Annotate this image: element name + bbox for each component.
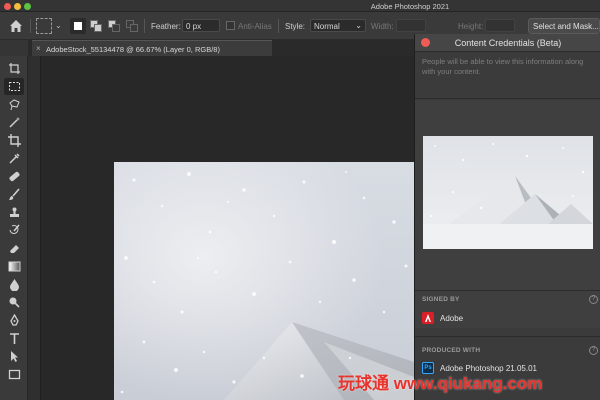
- content-credentials-panel: Content Credentials (Beta) People will b…: [414, 34, 600, 400]
- watermark-text: 玩球通 www.qiukang.com: [338, 374, 543, 393]
- adobe-logo-icon: [422, 312, 434, 324]
- chevron-down-icon: ⌄: [355, 21, 362, 30]
- app-title: Adobe Photoshop 2021: [370, 2, 450, 11]
- subtract-from-selection-button[interactable]: [106, 18, 122, 34]
- eraser-icon: [9, 245, 19, 253]
- close-tab-icon[interactable]: ×: [36, 44, 41, 53]
- toolbar-header: [0, 40, 28, 56]
- gradient-icon: [8, 261, 20, 272]
- rectangular-marquee-tool[interactable]: [4, 78, 24, 95]
- anti-alias-label: Anti-Alias: [238, 22, 272, 31]
- eyedropper-icon: [8, 153, 20, 164]
- style-select[interactable]: Normal ⌄: [310, 19, 366, 32]
- feather-input[interactable]: 0 px: [182, 19, 220, 32]
- gradient-tool[interactable]: [4, 258, 24, 275]
- brush-icon: [8, 188, 20, 200]
- spot-healing-tool[interactable]: [4, 168, 24, 185]
- signed-by-value: Adobe: [440, 314, 464, 323]
- pen-icon: [9, 314, 19, 326]
- history-brush-icon: [9, 224, 20, 234]
- height-label: Height:: [458, 22, 484, 31]
- dodge-icon: [9, 297, 20, 308]
- separator: [144, 19, 145, 33]
- separator: [278, 19, 279, 33]
- select-and-mask-button[interactable]: Select and Mask...: [528, 18, 600, 34]
- width-input[interactable]: [396, 19, 426, 32]
- path-selection-tool[interactable]: [4, 348, 24, 365]
- type-icon: [9, 333, 19, 344]
- feather-label: Feather:: [151, 22, 181, 31]
- produced-with-label: PRODUCED WITH: [422, 347, 481, 354]
- separator: [30, 19, 31, 33]
- bandage-icon: [8, 171, 20, 182]
- marquee-preset-icon[interactable]: [36, 18, 52, 34]
- vertical-ruler: [28, 56, 41, 400]
- canvas-image[interactable]: [114, 162, 414, 400]
- style-value: Normal: [314, 22, 340, 31]
- pen-tool[interactable]: [4, 312, 24, 329]
- crop-tool[interactable]: [4, 132, 24, 149]
- magic-wand-tool[interactable]: [4, 114, 24, 131]
- home-icon[interactable]: [8, 18, 24, 34]
- eyedropper-tool[interactable]: [4, 150, 24, 167]
- help-icon[interactable]: ?: [589, 346, 598, 355]
- history-brush-tool[interactable]: [4, 222, 24, 239]
- artboard-icon: [8, 63, 20, 74]
- type-tool[interactable]: [4, 330, 24, 347]
- document-tab[interactable]: × AdobeStock_55134478 @ 66.67% (Layer 0,…: [32, 40, 272, 56]
- drop-icon: [9, 279, 19, 291]
- signed-by-label: SIGNED BY: [422, 296, 460, 303]
- lasso-tool[interactable]: [4, 96, 24, 113]
- rectangle-icon: [8, 369, 20, 380]
- arrow-cursor-icon: [10, 351, 18, 362]
- new-selection-button[interactable]: [70, 18, 86, 34]
- magic-wand-icon: [8, 117, 20, 128]
- panel-header: Content Credentials (Beta): [415, 34, 600, 52]
- stamp-icon: [9, 207, 19, 217]
- preview-thumbnail: [423, 136, 593, 249]
- document-tab-bar: × AdobeStock_55134478 @ 66.67% (Layer 0,…: [28, 40, 414, 56]
- pyramids-thumbnail-image: [423, 136, 593, 249]
- style-label: Style:: [285, 22, 306, 31]
- panel-description: People will be able to view this informa…: [422, 57, 584, 76]
- lasso-icon: [8, 99, 20, 111]
- divider: [415, 336, 600, 337]
- height-input[interactable]: [485, 19, 515, 32]
- clone-stamp-tool[interactable]: [4, 204, 24, 221]
- crop-icon: [7, 134, 21, 147]
- anti-alias-checkbox[interactable]: [226, 21, 235, 30]
- blur-tool[interactable]: [4, 276, 24, 293]
- window-titlebar: Adobe Photoshop 2021: [0, 0, 600, 12]
- intersect-selection-button[interactable]: [124, 18, 140, 34]
- brush-tool[interactable]: [4, 186, 24, 203]
- width-label: Width:: [371, 22, 394, 31]
- artboard-tool[interactable]: [4, 60, 24, 77]
- document-tab-label: AdobeStock_55134478 @ 66.67% (Layer 0, R…: [46, 45, 220, 54]
- marquee-icon: [8, 82, 20, 91]
- preview-area: [415, 100, 600, 328]
- divider: [415, 98, 600, 99]
- chevron-down-icon[interactable]: ⌄: [55, 21, 62, 30]
- eraser-tool[interactable]: [4, 240, 24, 257]
- help-icon[interactable]: ?: [589, 295, 598, 304]
- divider: [415, 290, 600, 291]
- dodge-tool[interactable]: [4, 294, 24, 311]
- panel-title: Content Credentials (Beta): [454, 38, 562, 48]
- add-to-selection-button[interactable]: [88, 18, 104, 34]
- snowy-pyramid-photo: [114, 162, 414, 400]
- rectangle-tool[interactable]: [4, 366, 24, 383]
- tools-panel: [0, 56, 28, 400]
